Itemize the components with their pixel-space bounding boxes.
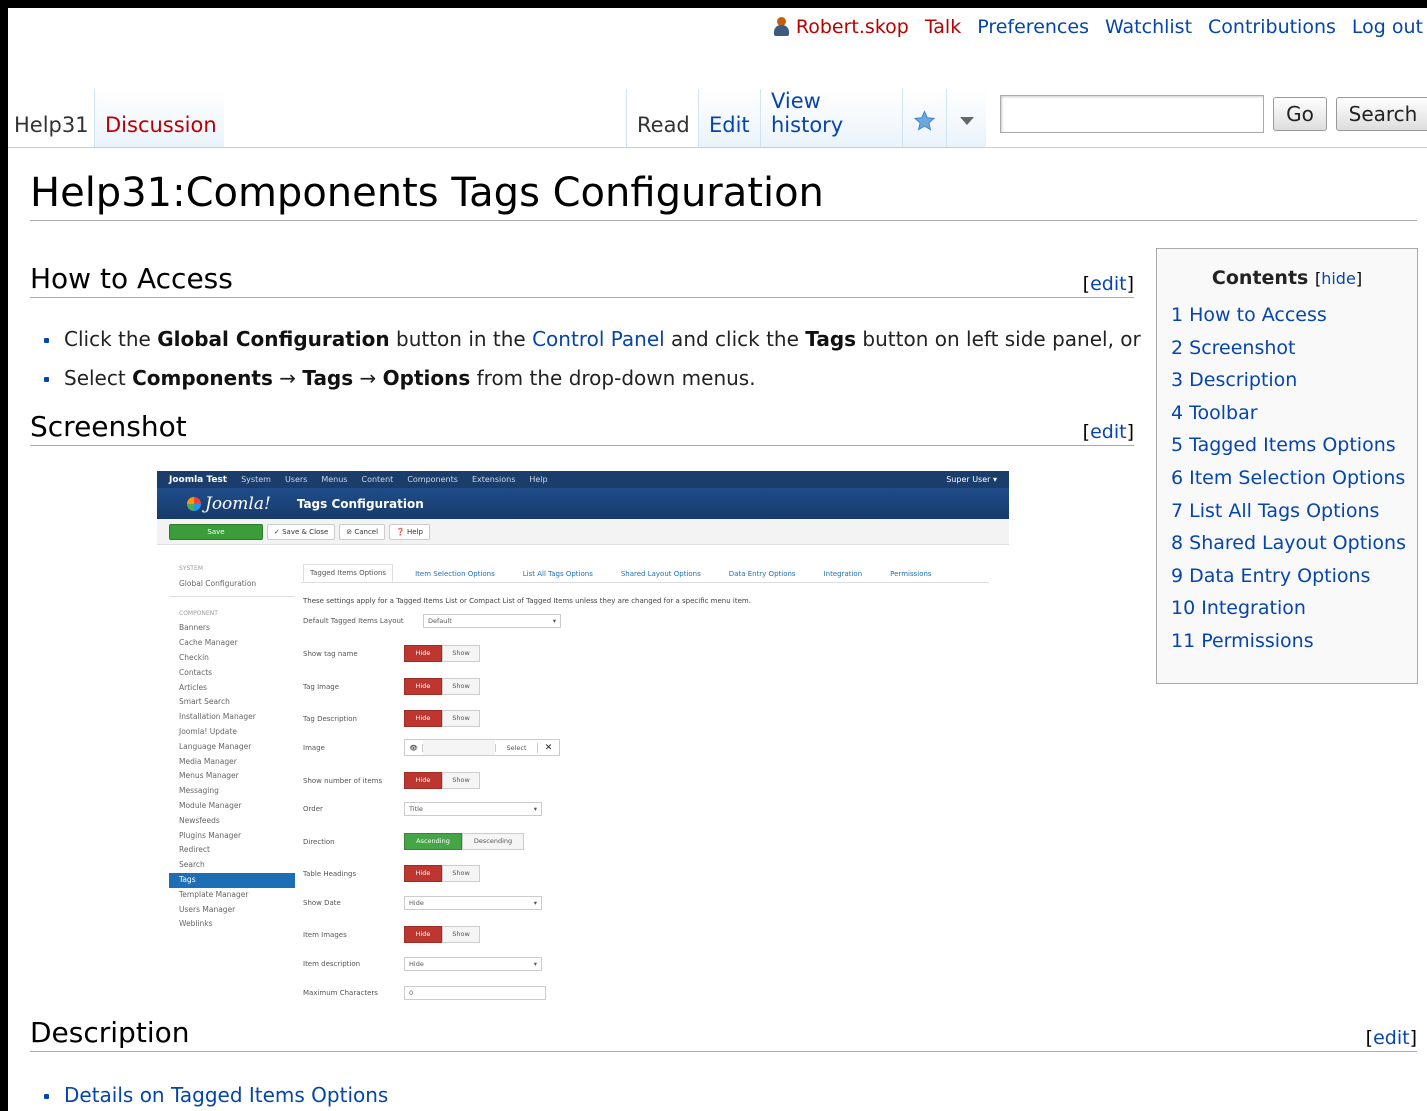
table-of-contents: Contents [hide] 1 How to Access 2 Screen… xyxy=(1156,248,1418,684)
cancel-button: ⊘ Cancel xyxy=(339,523,386,540)
heading-text: How to Access xyxy=(30,262,233,295)
go-button[interactable]: Go xyxy=(1273,97,1327,131)
heading-text: Screenshot xyxy=(30,410,187,443)
access-list: Click the Global Configuration button in… xyxy=(44,320,1141,398)
toc-item[interactable]: 9 Data Entry Options xyxy=(1171,560,1403,593)
toc-item[interactable]: 6 Item Selection Options xyxy=(1171,462,1405,495)
toc-item[interactable]: 10 Integration xyxy=(1171,592,1403,625)
joomla-logo-icon xyxy=(187,496,201,511)
search-input[interactable] xyxy=(1000,95,1264,133)
tab-discussion[interactable]: Discussion xyxy=(94,89,224,147)
toc-item[interactable]: 11 Permissions xyxy=(1171,625,1403,658)
watchlist-link[interactable]: Watchlist xyxy=(1105,16,1192,38)
save-close-button: ✓ Save & Close xyxy=(267,523,336,540)
toc-list: 1 How to Access 2 Screenshot 3 Descripti… xyxy=(1171,299,1406,658)
edit-section-link[interactable]: [edit] xyxy=(1083,421,1134,443)
joomla-header: Joomla! Tags Configuration xyxy=(157,488,1009,519)
section-heading-screenshot: Screenshot [edit] xyxy=(30,410,1134,446)
wiki-page: Robert.skop Talk Preferences Watchlist C… xyxy=(8,8,1427,1111)
search-button[interactable]: Search xyxy=(1336,97,1427,131)
toc-title: Contents [hide] xyxy=(1211,267,1363,289)
toc-item[interactable]: 7 List All Tags Options xyxy=(1171,495,1403,528)
embedded-screenshot[interactable]: Joomla Test System Users Menus Content Compo… xyxy=(157,471,1009,1001)
contributions-link[interactable]: Contributions xyxy=(1208,16,1336,38)
heading-text: Description xyxy=(30,1016,190,1049)
tagged-items-options-link[interactable]: Details on Tagged Items Options xyxy=(64,1083,388,1107)
star-icon xyxy=(913,110,936,131)
talk-link[interactable]: Talk xyxy=(925,16,961,38)
joomla-toolbar: Save ✓ Save & Close ⊘ Cancel ❓ Help xyxy=(157,519,1009,545)
section-heading-description: Description [edit] xyxy=(30,1016,1417,1052)
description-list: Details on Tagged Items Options xyxy=(44,1076,388,1111)
toc-item[interactable]: 5 Tagged Items Options xyxy=(1171,429,1403,462)
user-name: Robert.skop xyxy=(795,16,909,38)
joomla-sidebar: System Global Configuration Component Ba… xyxy=(169,559,295,932)
preferences-link[interactable]: Preferences xyxy=(977,16,1089,38)
section-heading-how-to-access: How to Access [edit] xyxy=(30,262,1134,298)
edit-section-link[interactable]: [edit] xyxy=(1083,273,1134,295)
toc-item[interactable]: 3 Description xyxy=(1171,364,1403,397)
personal-tools: Robert.skop Talk Preferences Watchlist C… xyxy=(772,16,1423,38)
toc-item[interactable]: 8 Shared Layout Options xyxy=(1171,527,1406,560)
save-button: Save xyxy=(169,523,263,540)
chevron-down-icon xyxy=(959,117,974,125)
tab-read[interactable]: Read xyxy=(626,89,696,147)
toc-item[interactable]: 1 How to Access xyxy=(1171,299,1403,332)
toc-item[interactable]: 4 Toolbar xyxy=(1171,397,1403,430)
list-item: Select Components → Tags → Options from … xyxy=(44,359,1141,398)
help-button: ❓ Help xyxy=(389,523,430,540)
page-title: Help31:Components Tags Configuration xyxy=(30,170,1417,221)
edit-section-link[interactable]: [edit] xyxy=(1366,1027,1417,1049)
control-panel-link[interactable]: Control Panel xyxy=(532,327,665,351)
list-item: Details on Tagged Items Options xyxy=(44,1076,388,1111)
list-item: Click the Global Configuration button in… xyxy=(44,320,1141,359)
user-link[interactable]: Robert.skop xyxy=(772,16,909,38)
more-actions-dropdown[interactable] xyxy=(946,89,986,147)
tab-page[interactable]: Help31 xyxy=(8,89,99,147)
tab-edit[interactable]: Edit xyxy=(698,89,760,147)
joomla-logo: Joomla! xyxy=(187,494,271,514)
joomla-top-menu: Joomla Test System Users Menus Content Compo… xyxy=(157,471,1009,488)
tab-view-history[interactable]: View history xyxy=(760,89,902,147)
user-icon xyxy=(772,17,790,37)
watch-star-button[interactable] xyxy=(902,89,946,147)
logout-link[interactable]: Log out xyxy=(1352,16,1423,38)
toc-hide-link[interactable]: [hide] xyxy=(1315,269,1362,288)
joomla-options-tabs: Tagged Items Options Item Selection Optio… xyxy=(301,563,989,583)
toc-item[interactable]: 2 Screenshot xyxy=(1171,332,1403,365)
